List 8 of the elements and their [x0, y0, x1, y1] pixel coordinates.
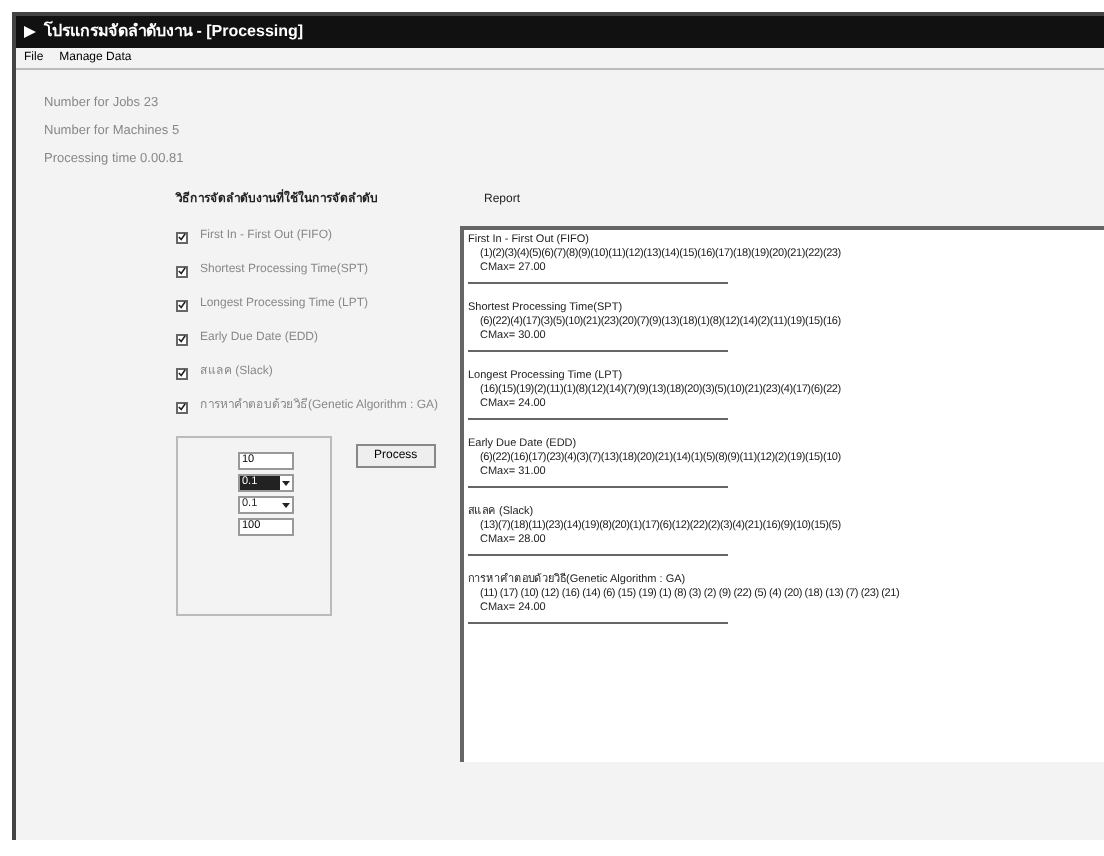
checkbox[interactable]	[176, 265, 188, 278]
app-icon	[24, 26, 36, 38]
checkbox[interactable]	[176, 401, 188, 414]
checkbox[interactable]	[176, 299, 188, 312]
checkbox[interactable]	[176, 367, 188, 380]
checkbox[interactable]	[176, 333, 188, 346]
window-title: โปรแกรมจัดลำดับงาน - [Processing]	[44, 20, 304, 44]
checkbox[interactable]	[176, 231, 188, 244]
